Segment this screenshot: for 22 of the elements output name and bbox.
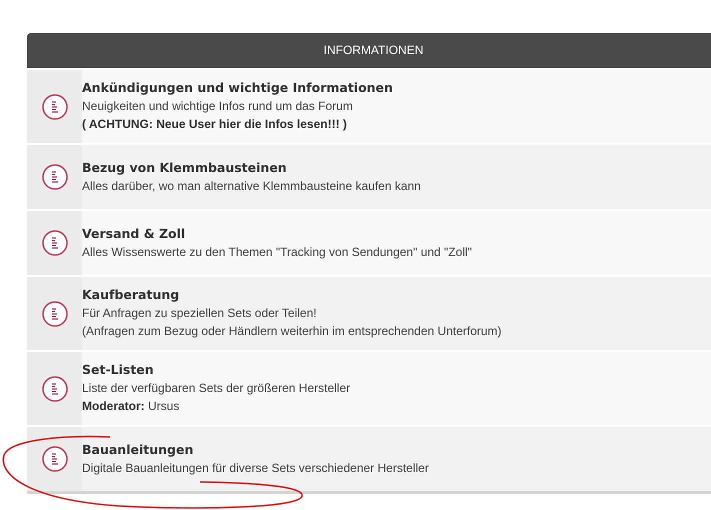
category-header: INFORMATIONEN [27, 33, 711, 68]
forum-icon [42, 446, 68, 472]
forum-description: Für Anfragen zu speziellen Sets oder Teilen! [82, 305, 318, 322]
forum-description: (Anfragen zum Bezug oder Händlern weiterhin im entsprechenden Unterforum) [82, 323, 502, 340]
forum-icon [42, 94, 68, 120]
forum-icon [42, 230, 68, 256]
forum-description: Neuigkeiten und wichtige Infos rund um das Forum [82, 98, 354, 115]
forum-title[interactable]: Kaufberatung [82, 287, 502, 302]
forum-description: Digitale Bauanleitungen für diverse Sets verschiedener Hersteller [82, 460, 429, 476]
forum-icon [42, 164, 68, 190]
forum-description: Alles darüber, wo man alternative Klemmbausteine kaufen kann [82, 178, 421, 194]
forum-description: Alles Wissenswerte zu den Themen "Tracking von Sendungen" und "Zoll" [82, 244, 472, 260]
forum-description: Liste der verfügbaren Sets der größeren Hersteller [82, 380, 350, 397]
forum-notice: ( ACHTUNG: Neue User hier die Infos lesen!!! ) [82, 116, 348, 133]
forum-title[interactable]: Versand & Zoll [82, 226, 472, 240]
forum-title[interactable]: Set-Listen [82, 362, 350, 377]
forum-icon [42, 376, 68, 402]
forum-title[interactable]: Bezug von Klemmbausteinen [82, 160, 421, 174]
forum-title[interactable]: Ankündigungen und wichtige Informationen [82, 80, 393, 95]
forum-title[interactable]: Bauanleitungen [82, 442, 429, 456]
forum-icon [42, 300, 68, 326]
forum-description: Moderator: Ursus [82, 398, 180, 415]
